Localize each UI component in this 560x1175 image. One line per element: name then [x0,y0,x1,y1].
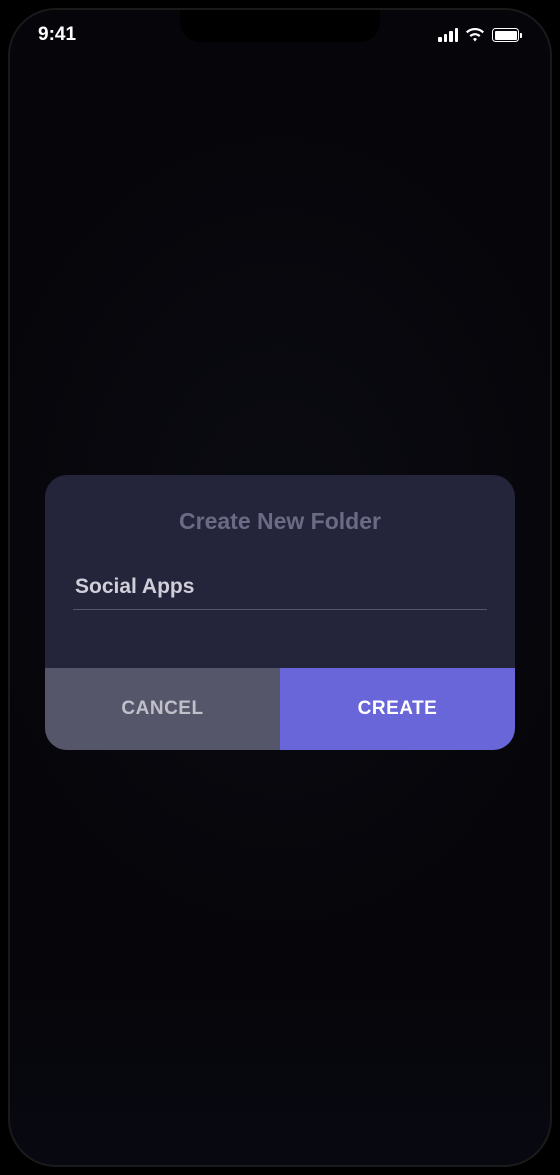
phone-frame: 9:41 [8,8,552,1167]
battery-icon [492,28,522,42]
modal-body [45,557,515,668]
wifi-icon [465,28,485,43]
cancel-button[interactable]: CANCEL [45,668,280,750]
status-icons [438,28,522,43]
modal-actions: CANCEL CREATE [45,668,515,750]
notch [180,10,380,42]
cellular-signal-icon [438,28,458,42]
folder-name-input[interactable] [73,565,487,610]
status-time: 9:41 [38,24,76,46]
modal-title: Create New Folder [73,508,487,535]
modal-header: Create New Folder [45,475,515,557]
create-button[interactable]: CREATE [280,668,515,750]
create-folder-modal: Create New Folder CANCEL CREATE [45,475,515,750]
screen: 9:41 [10,10,550,1165]
